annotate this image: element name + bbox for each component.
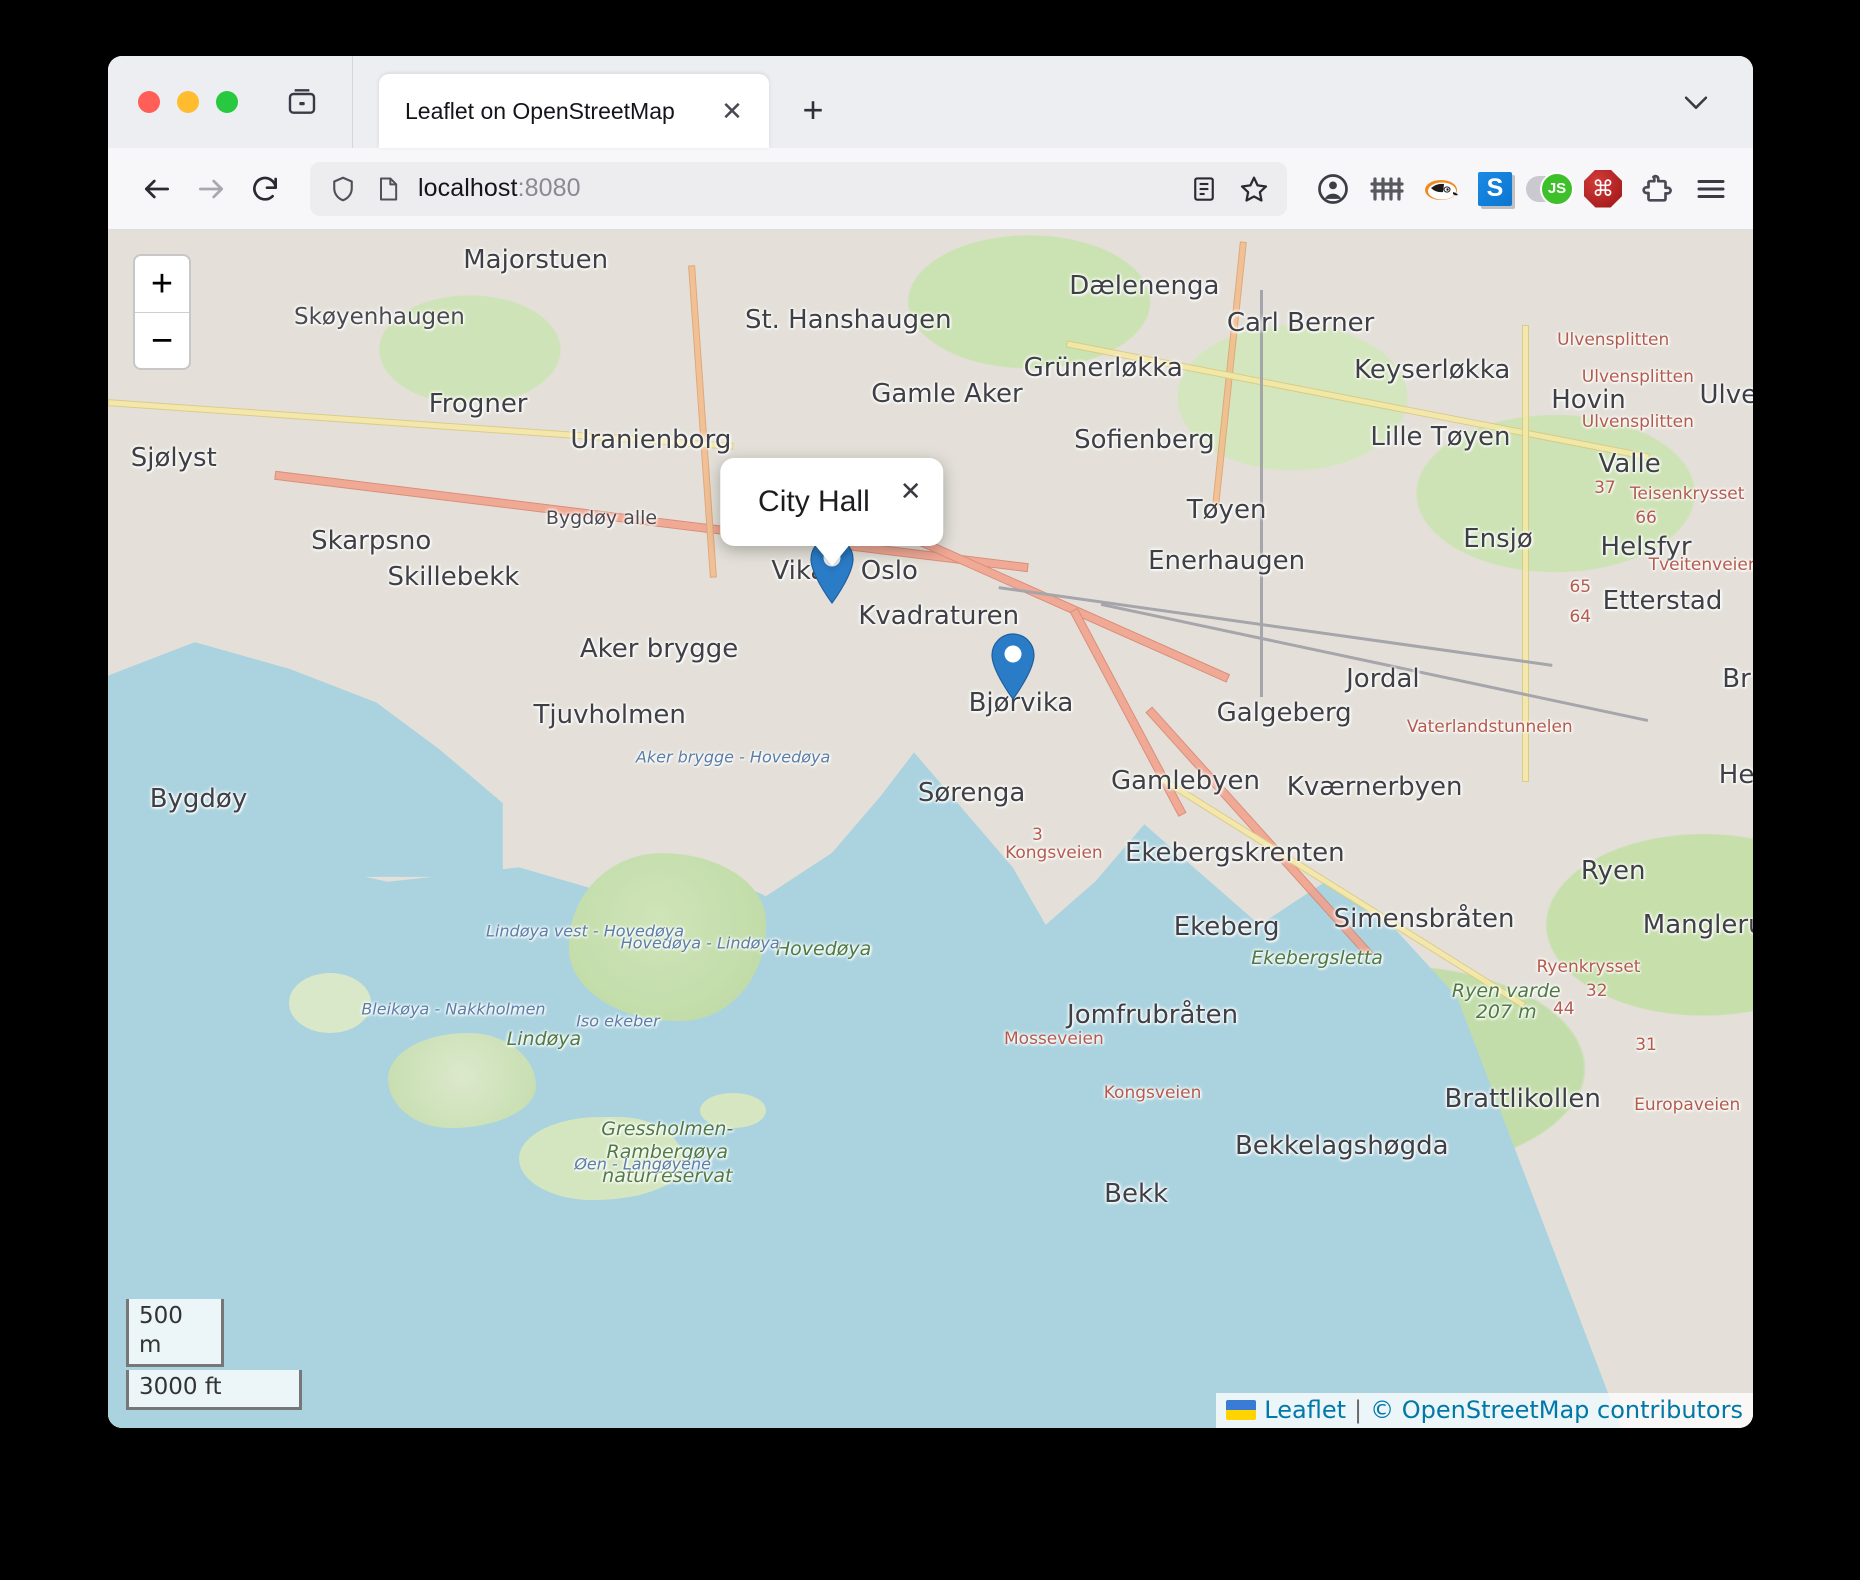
zoom-in-button[interactable]: + [135,256,189,312]
window-traffic-lights [124,56,256,148]
zoom-control: + − [133,254,191,370]
multi-account-containers-icon[interactable] [1361,163,1413,215]
map-popup[interactable]: City Hall ✕ [720,457,944,568]
js-toggle-knob: JS [1540,171,1574,206]
shield-icon[interactable] [328,174,358,204]
reload-button[interactable] [238,162,292,216]
forward-button[interactable] [184,162,238,216]
close-tab-button[interactable]: ✕ [713,92,751,130]
close-window-button[interactable] [138,91,160,113]
ukraine-flag-icon [1226,1400,1257,1420]
new-tab-button[interactable]: + [791,88,835,132]
tab-title: Leaflet on OpenStreetMap [405,97,675,124]
app-menu-icon[interactable] [1685,163,1737,215]
ublock-shield-glyph: ⌘ [1584,169,1622,208]
maximize-window-button[interactable] [216,91,238,113]
popup-text: City Hall [758,484,870,518]
ublock-origin-icon[interactable]: ⌘ [1577,163,1629,215]
map-viewport[interactable]: Majorstuen Dælenenga Skøyenhaugen St. Hansh… [108,230,1753,1428]
extensions-puzzle-icon[interactable] [1631,163,1683,215]
bjorvika-marker[interactable] [989,630,1037,700]
privacy-badger-icon[interactable] [1415,163,1467,215]
js-toggle-switch[interactable]: JS [1526,171,1574,206]
minimize-window-button[interactable] [177,91,199,113]
s-extension-label: S [1478,171,1512,206]
reader-view-icon[interactable] [1181,166,1227,212]
scale-imperial: 3000 ft [126,1370,302,1410]
popup-close-button[interactable]: ✕ [900,478,922,504]
tab-strip: Leaflet on OpenStreetMap ✕ + [108,56,1753,148]
map-scale-control: 500 m 3000 ft [126,1298,302,1410]
address-bar[interactable]: localhost:8080 [310,161,1287,216]
firefox-view-icon [286,86,318,118]
url-host: localhost [418,174,518,202]
s-extension-icon[interactable]: S [1469,163,1521,215]
account-icon[interactable] [1307,163,1359,215]
leaflet-link[interactable]: Leaflet [1264,1396,1346,1424]
zoom-out-button[interactable]: − [135,312,189,368]
openstreetmap-link[interactable]: © OpenStreetMap contributors [1370,1396,1743,1424]
browser-window: Leaflet on OpenStreetMap ✕ + localhost:8… [108,56,1753,1428]
url-text[interactable]: localhost:8080 [418,174,1177,203]
navigation-toolbar: localhost:8080 S JS ⌘ [108,148,1753,230]
bookmark-star-icon[interactable] [1231,166,1277,212]
map-tile-layer: Majorstuen Dælenenga Skøyenhaugen St. Hansh… [108,230,1753,1428]
page-icon[interactable] [374,175,402,203]
popup-tip [813,543,850,566]
javascript-toggle-icon[interactable]: JS [1523,163,1575,215]
popup-body: City Hall ✕ [720,457,944,546]
extension-toolbar: S JS ⌘ [1301,163,1737,215]
road-network-layer [108,230,1753,1428]
firefox-view-button[interactable] [256,56,353,148]
attribution-separator: | [1354,1396,1363,1424]
list-all-tabs-button[interactable] [1679,85,1713,124]
map-attribution: Leaflet | © OpenStreetMap contributors [1216,1393,1753,1428]
back-button[interactable] [130,162,184,216]
tab-leaflet-on-openstreetmap[interactable]: Leaflet on OpenStreetMap ✕ [379,74,769,148]
scale-metric: 500 m [126,1298,224,1368]
url-port: :8080 [517,174,581,202]
